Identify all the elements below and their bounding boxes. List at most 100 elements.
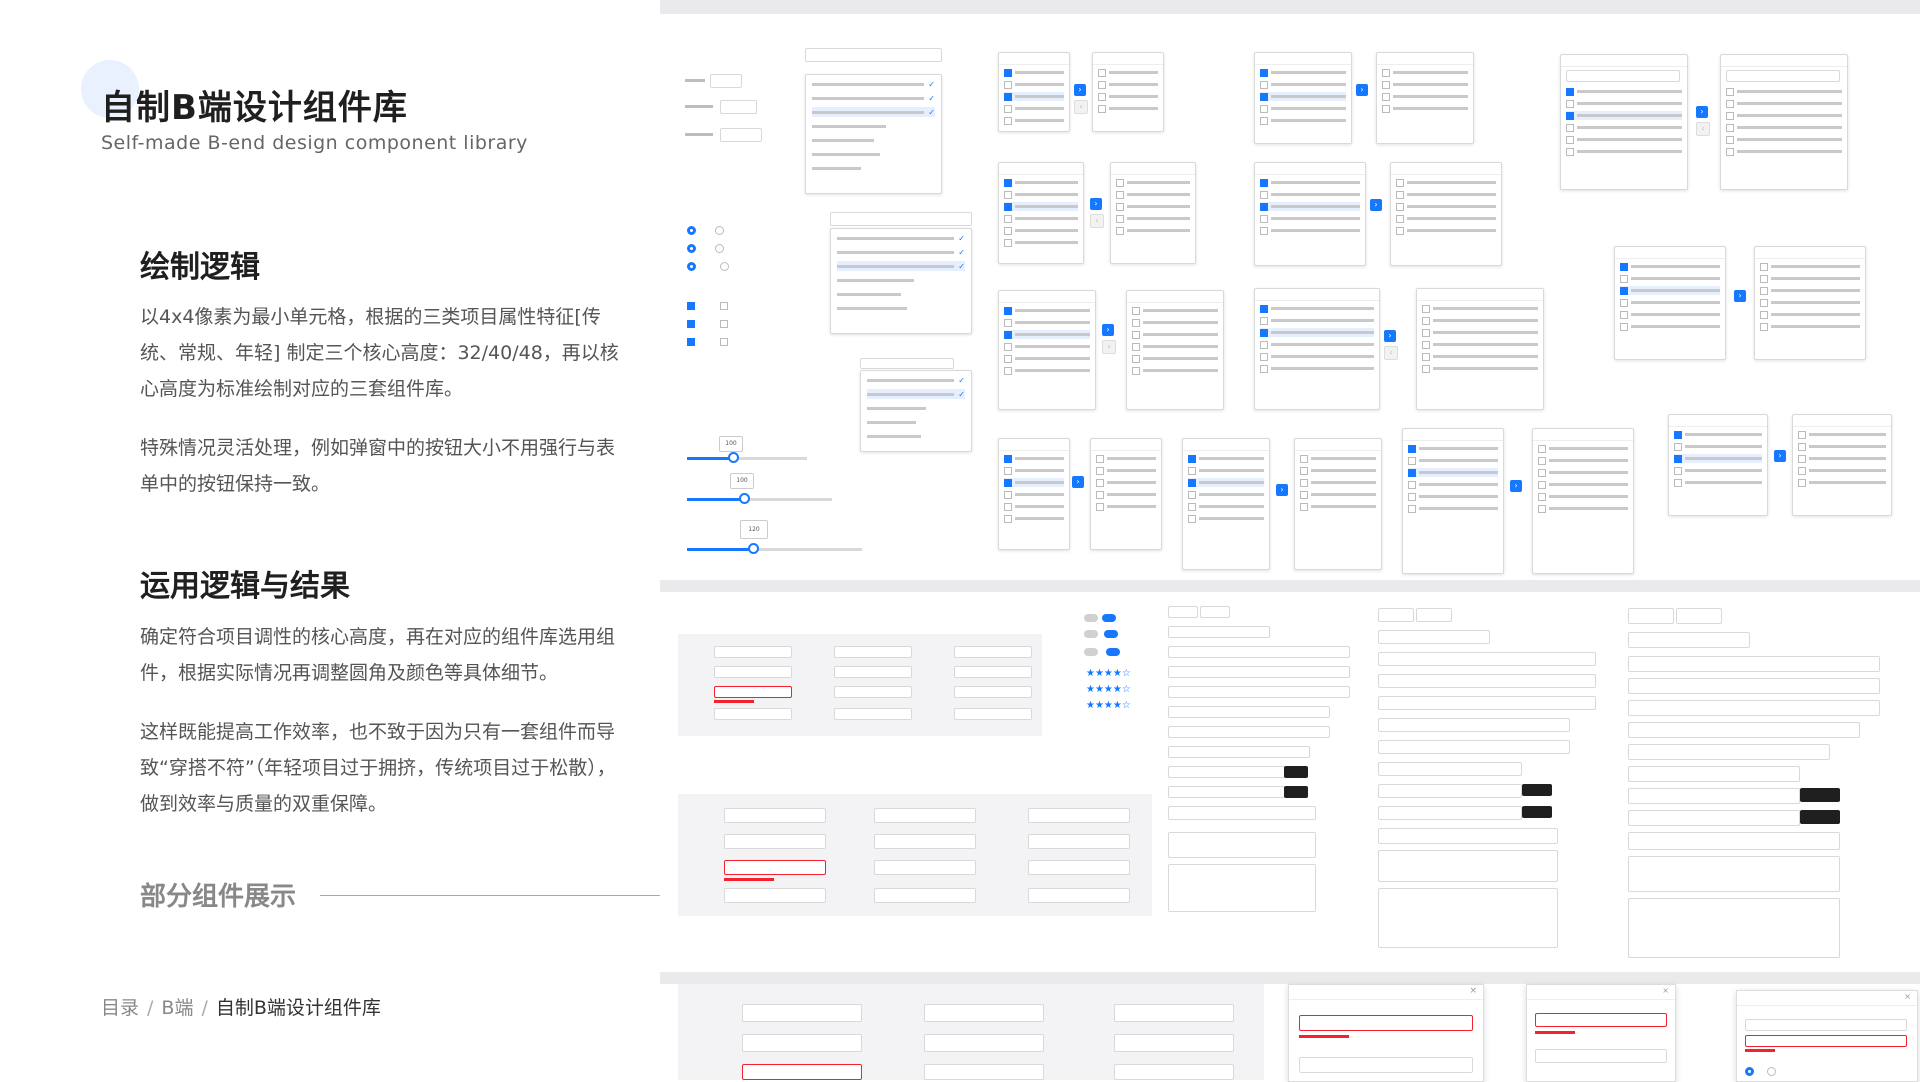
- date-input[interactable]: [1378, 652, 1596, 666]
- rating-stars[interactable]: ★★★★☆: [1086, 668, 1131, 679]
- search-input[interactable]: [1168, 786, 1285, 798]
- search-input[interactable]: [1378, 762, 1522, 776]
- transfer-right-button[interactable]: ›: [1276, 484, 1288, 496]
- checkbox[interactable]: [687, 338, 695, 346]
- url-input[interactable]: [1628, 722, 1860, 738]
- search-button[interactable]: [1800, 810, 1840, 824]
- transfer-right-button[interactable]: ›: [1510, 480, 1522, 492]
- address-input[interactable]: [1168, 686, 1350, 698]
- close-icon[interactable]: ×: [1662, 986, 1669, 995]
- slider-handle[interactable]: [728, 452, 739, 463]
- range-input[interactable]: [1168, 626, 1270, 638]
- slider-track[interactable]: [687, 457, 807, 460]
- url-input[interactable]: [1378, 718, 1570, 732]
- transfer-right-button[interactable]: ›: [1356, 84, 1368, 96]
- search-input[interactable]: [1628, 766, 1800, 782]
- breadcrumb-item-catalog[interactable]: 目录: [101, 997, 139, 1019]
- number-input[interactable]: [720, 128, 762, 142]
- transfer-left-button[interactable]: ‹: [1102, 340, 1116, 354]
- search-input[interactable]: [1378, 806, 1522, 820]
- textarea[interactable]: [1378, 888, 1558, 948]
- number-input[interactable]: [720, 100, 757, 114]
- select-input[interactable]: [1676, 608, 1722, 624]
- transfer-left-button[interactable]: ‹: [1696, 122, 1710, 136]
- multi-select[interactable]: [830, 212, 972, 226]
- textarea[interactable]: [1628, 832, 1840, 850]
- select-input[interactable]: [1628, 608, 1674, 624]
- rating-stars[interactable]: ★★★★☆: [1086, 684, 1131, 695]
- select-input[interactable]: [1200, 606, 1230, 618]
- switch-toggle[interactable]: [1106, 648, 1120, 656]
- radio-button[interactable]: [687, 244, 696, 253]
- search-button[interactable]: [1522, 806, 1552, 818]
- search-button[interactable]: [1522, 784, 1552, 796]
- address-input[interactable]: [1628, 678, 1880, 694]
- radio-button[interactable]: [715, 226, 724, 235]
- textarea[interactable]: [1378, 850, 1558, 882]
- range-input[interactable]: [1378, 630, 1490, 644]
- search-input[interactable]: [1378, 784, 1522, 798]
- address-input[interactable]: [1168, 666, 1350, 678]
- search-input[interactable]: [1168, 746, 1310, 758]
- transfer-right-button[interactable]: ›: [1734, 290, 1746, 302]
- close-icon[interactable]: ×: [1904, 992, 1911, 1001]
- transfer-right-button[interactable]: ›: [1774, 450, 1786, 462]
- transfer-right-button[interactable]: ›: [1074, 84, 1086, 96]
- url-input[interactable]: [1628, 744, 1830, 760]
- switch-toggle[interactable]: [1104, 630, 1118, 638]
- checkbox[interactable]: [687, 320, 695, 328]
- switch-toggle[interactable]: [1084, 614, 1098, 622]
- multi-select[interactable]: [860, 358, 954, 369]
- slider-track[interactable]: [687, 548, 862, 551]
- date-input[interactable]: [1168, 646, 1350, 658]
- url-input[interactable]: [1168, 726, 1330, 738]
- search-button[interactable]: [1284, 786, 1308, 798]
- address-input[interactable]: [1378, 696, 1596, 710]
- switch-toggle[interactable]: [1102, 614, 1116, 622]
- search-input[interactable]: [1168, 766, 1285, 778]
- search-button[interactable]: [1284, 766, 1308, 778]
- range-input[interactable]: [1628, 632, 1750, 648]
- textarea[interactable]: [1168, 832, 1316, 858]
- search-input[interactable]: [1628, 810, 1800, 826]
- address-input[interactable]: [1628, 700, 1880, 716]
- transfer-right-button[interactable]: ›: [1102, 324, 1114, 336]
- radio-button[interactable]: [687, 262, 696, 271]
- select-input[interactable]: [1416, 608, 1452, 622]
- close-icon[interactable]: ×: [1469, 986, 1477, 996]
- textarea[interactable]: [1168, 864, 1316, 912]
- rating-stars[interactable]: ★★★★☆: [1086, 700, 1131, 711]
- checkbox[interactable]: [720, 320, 728, 328]
- radio-button[interactable]: [687, 226, 696, 235]
- url-input[interactable]: [1378, 740, 1570, 754]
- radio-button[interactable]: [715, 244, 724, 253]
- checkbox[interactable]: [720, 302, 728, 310]
- textarea[interactable]: [1628, 856, 1840, 892]
- date-input[interactable]: [1628, 656, 1880, 672]
- transfer-left-button[interactable]: ‹: [1384, 346, 1398, 360]
- search-button[interactable]: [1800, 788, 1840, 802]
- transfer-right-button[interactable]: ›: [1090, 198, 1102, 210]
- select-input[interactable]: [1168, 606, 1198, 618]
- slider-handle[interactable]: [748, 543, 759, 554]
- slider-handle[interactable]: [739, 493, 750, 504]
- url-input[interactable]: [1168, 706, 1330, 718]
- textarea[interactable]: [1628, 898, 1840, 958]
- transfer-left-button[interactable]: ‹: [1074, 100, 1088, 114]
- radio-button[interactable]: [720, 262, 729, 271]
- slider-track[interactable]: [687, 498, 832, 501]
- number-input[interactable]: [710, 74, 742, 88]
- select-input[interactable]: [1378, 608, 1414, 622]
- search-input[interactable]: [1628, 788, 1800, 804]
- transfer-right-button[interactable]: ›: [1072, 476, 1084, 488]
- address-input[interactable]: [1378, 674, 1596, 688]
- transfer-left-button[interactable]: ‹: [1090, 214, 1104, 228]
- transfer-right-button[interactable]: ›: [1370, 199, 1382, 211]
- breadcrumb-item-b-end[interactable]: B端: [161, 997, 193, 1019]
- transfer-right-button[interactable]: ›: [1384, 330, 1396, 342]
- checkbox[interactable]: [687, 302, 695, 310]
- transfer-right-button[interactable]: ›: [1696, 106, 1708, 118]
- textarea[interactable]: [1378, 828, 1558, 844]
- checkbox[interactable]: [720, 338, 728, 346]
- switch-toggle[interactable]: [1084, 630, 1098, 638]
